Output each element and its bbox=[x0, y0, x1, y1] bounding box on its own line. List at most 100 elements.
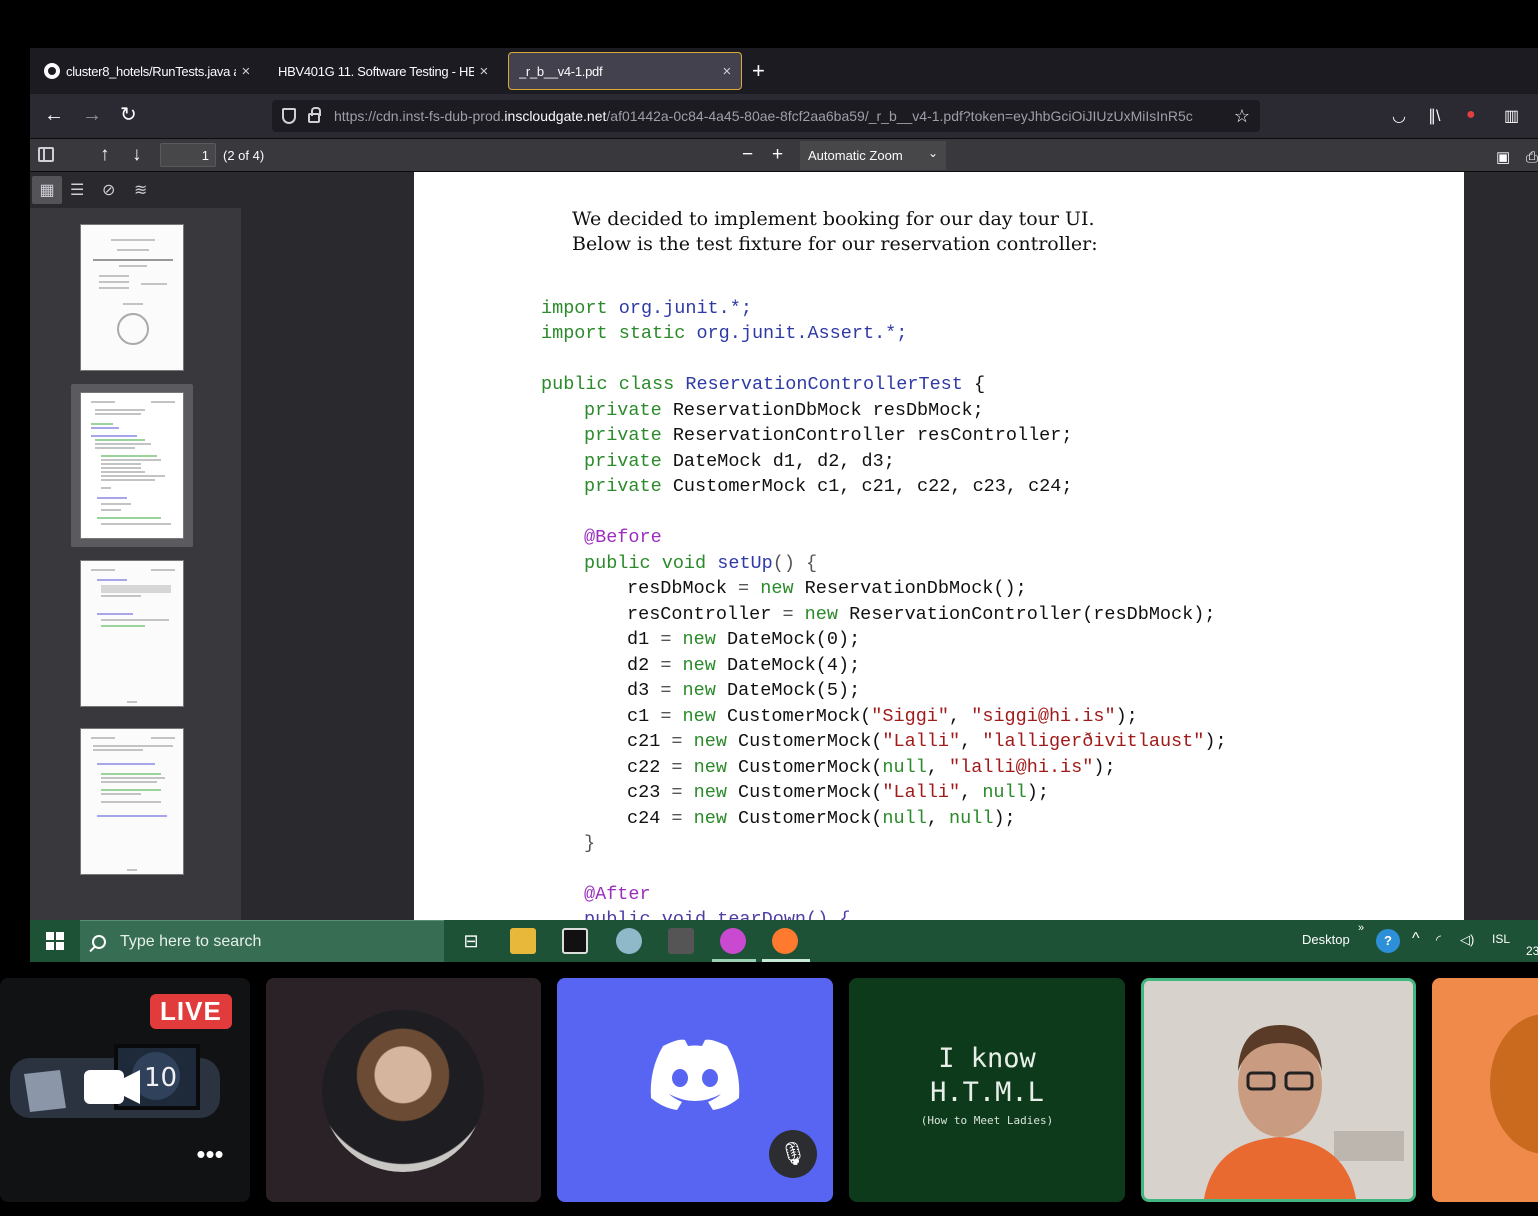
participant-tile[interactable] bbox=[266, 978, 541, 1202]
outline-icon[interactable]: ☰ bbox=[70, 180, 84, 200]
tab-strip: cluster8_hotels/RunTests.java at × HBV40… bbox=[30, 48, 1538, 94]
code-text: ); bbox=[993, 808, 1016, 829]
code-annotation: @Before bbox=[584, 527, 662, 548]
code-line: d1 = new DateMock(0); bbox=[627, 629, 861, 650]
code-line: resController = new ReservationControlle… bbox=[627, 604, 1216, 625]
code-text: CustomerMock( bbox=[726, 808, 883, 829]
help-icon[interactable]: ? bbox=[1376, 929, 1400, 953]
more-options-button[interactable]: ••• bbox=[186, 1132, 234, 1180]
firefox-icon[interactable] bbox=[772, 928, 798, 954]
new-tab-button[interactable]: + bbox=[752, 58, 765, 84]
library-icon[interactable]: ∥\ bbox=[1428, 106, 1440, 126]
intro-line-2: Below is the test fixture for our reserv… bbox=[572, 233, 1098, 255]
page-thumbnail[interactable] bbox=[80, 224, 184, 371]
code-text: , bbox=[926, 757, 950, 778]
task-view-icon[interactable]: ⊟ bbox=[458, 928, 484, 954]
code-keyword: new bbox=[804, 604, 838, 625]
sidebar-toolbar: ▦ ☰ ⊘ ≋ bbox=[30, 172, 241, 208]
stream-tile[interactable]: 10 LIVE ••• bbox=[0, 978, 250, 1202]
next-page-icon[interactable]: ↓ bbox=[132, 144, 142, 166]
file-explorer-icon[interactable] bbox=[510, 928, 536, 954]
pocket-icon[interactable]: ◡ bbox=[1392, 106, 1406, 126]
code-keyword: new bbox=[693, 808, 727, 829]
bookmark-star-icon[interactable]: ☆ bbox=[1234, 106, 1250, 127]
lock-icon[interactable] bbox=[308, 107, 321, 123]
page-thumbnail[interactable] bbox=[80, 560, 184, 707]
code-keyword: new bbox=[693, 757, 727, 778]
zoom-in-icon[interactable]: + bbox=[772, 144, 783, 166]
page-thumbnail[interactable] bbox=[80, 392, 184, 539]
tab-software-testing[interactable]: HBV401G 11. Software Testing - HB × bbox=[268, 52, 498, 90]
code-keyword: null bbox=[882, 757, 927, 778]
previous-page-icon[interactable]: ↑ bbox=[100, 144, 110, 166]
reload-icon[interactable]: ↻ bbox=[120, 104, 137, 126]
close-tab-icon[interactable]: × bbox=[480, 63, 489, 80]
clock[interactable]: 23 bbox=[1526, 944, 1538, 958]
tile-caption-line2: H.T.M.L bbox=[930, 1077, 1044, 1108]
code-string: "Lalli" bbox=[882, 731, 961, 752]
code-text: DateMock d1, d2, d3; bbox=[661, 451, 895, 472]
app-icon[interactable] bbox=[616, 928, 642, 954]
extension-icon[interactable]: ● bbox=[1466, 106, 1476, 124]
close-tab-icon[interactable]: × bbox=[242, 63, 251, 80]
url-path: /af01442a-0c84-4a45-80ae-8fcf2aa6ba59/_r… bbox=[606, 108, 1193, 124]
code-text: c23 bbox=[627, 782, 661, 803]
close-tab-icon[interactable]: × bbox=[723, 63, 732, 80]
attachments-icon[interactable]: ⊘ bbox=[102, 180, 115, 200]
language-indicator[interactable]: ISL bbox=[1492, 932, 1510, 946]
back-arrow-icon[interactable]: ← bbox=[44, 104, 64, 126]
wifi-icon[interactable]: ◜ bbox=[1436, 932, 1441, 948]
page-thumbnail[interactable] bbox=[80, 728, 184, 875]
forward-arrow-icon[interactable]: → bbox=[82, 104, 102, 126]
code-keyword: new bbox=[760, 578, 794, 599]
app-icon[interactable] bbox=[668, 928, 694, 954]
code-keyword: private bbox=[584, 451, 662, 472]
url-bar[interactable]: https://cdn.inst-fs-dub-prod.inscloudgat… bbox=[272, 100, 1260, 132]
participant-tile[interactable] bbox=[1432, 978, 1538, 1202]
page-count: (2 of 4) bbox=[223, 148, 265, 163]
participant-tile-html[interactable]: I know H.T.M.L (How to Meet Ladies) bbox=[849, 978, 1125, 1202]
pdf-page: We decided to implement booking for our … bbox=[414, 172, 1464, 920]
code-keyword: null bbox=[982, 782, 1027, 803]
taskbar-search[interactable]: Type here to search bbox=[80, 920, 444, 962]
tab-github[interactable]: cluster8_hotels/RunTests.java at × bbox=[34, 52, 260, 90]
code-text: d3 bbox=[627, 680, 650, 701]
thumbnails-icon[interactable]: ▦ bbox=[32, 176, 62, 204]
presentation-mode-icon[interactable]: ▣ bbox=[1496, 147, 1510, 169]
desktop-toolbar-label[interactable]: Desktop bbox=[1302, 932, 1350, 947]
pdf-viewer[interactable]: We decided to implement booking for our … bbox=[241, 172, 1538, 920]
code-text: c1 bbox=[627, 706, 650, 727]
participant-tile-discord[interactable]: 🎙 bbox=[557, 978, 833, 1202]
tab-pdf[interactable]: _r_b__v4-1.pdf × bbox=[508, 52, 742, 90]
code-text: , bbox=[926, 808, 950, 829]
windows-start-icon[interactable] bbox=[46, 932, 64, 950]
terminal-icon[interactable] bbox=[562, 928, 588, 954]
live-badge: LIVE bbox=[150, 994, 232, 1029]
code-method-name: setUp bbox=[717, 553, 773, 574]
nav-bar: ← → ↻ https://cdn.inst-fs-dub-prod.inscl… bbox=[30, 94, 1538, 138]
chevron-up-icon[interactable]: ^ bbox=[1412, 930, 1420, 948]
code-keyword: new bbox=[682, 680, 716, 701]
discord-taskbar-icon[interactable] bbox=[720, 928, 746, 954]
code-text: c24 bbox=[627, 808, 661, 829]
page-number-input[interactable]: 1 bbox=[160, 143, 216, 167]
code-closing-brace: } bbox=[584, 833, 596, 854]
shield-icon[interactable] bbox=[282, 108, 296, 124]
volume-icon[interactable]: ◁) bbox=[1460, 932, 1474, 948]
layers-icon[interactable]: ≋ bbox=[134, 180, 147, 200]
participant-tile-speaking[interactable] bbox=[1141, 978, 1416, 1202]
zoom-out-icon[interactable]: − bbox=[742, 144, 753, 166]
code-text: c22 bbox=[627, 757, 661, 778]
sidebar-toggle-icon[interactable] bbox=[38, 147, 54, 162]
code-line: public void setUp() { bbox=[584, 553, 817, 574]
chevron-right-icon[interactable]: » bbox=[1358, 922, 1364, 934]
code-line: c21 = new CustomerMock("Lalli", "lallige… bbox=[627, 731, 1227, 752]
url-text[interactable]: https://cdn.inst-fs-dub-prod.inscloudgat… bbox=[334, 108, 1226, 124]
code-text: resDbMock bbox=[627, 578, 727, 599]
code-text: () { bbox=[772, 553, 818, 574]
print-icon[interactable]: ⎙ bbox=[1526, 147, 1538, 169]
code-text: d2 bbox=[627, 655, 650, 676]
code-annotation: @After bbox=[584, 884, 651, 905]
overflow-menu-icon[interactable]: ▥ bbox=[1504, 106, 1519, 126]
zoom-select[interactable]: Automatic Zoom ⌄ bbox=[800, 141, 946, 170]
